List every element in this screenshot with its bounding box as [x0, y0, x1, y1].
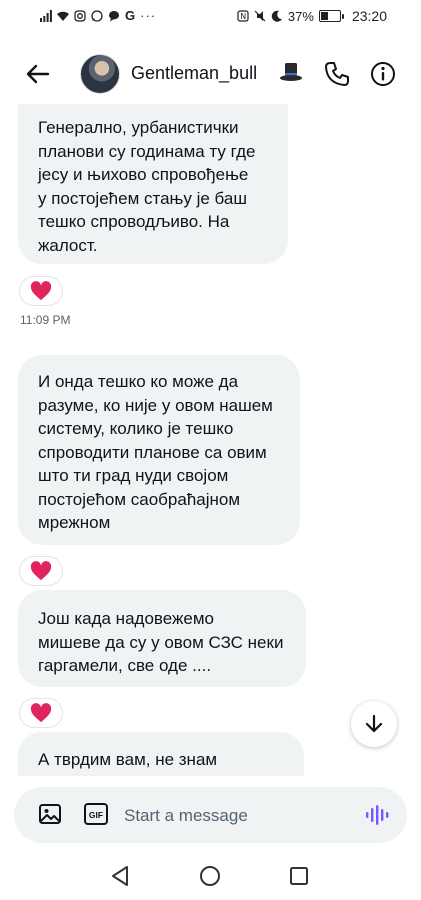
- gif-icon[interactable]: GIF: [84, 803, 108, 825]
- nav-back-icon[interactable]: [109, 864, 131, 888]
- top-hat-icon: [280, 63, 302, 81]
- svg-text:N: N: [240, 12, 246, 21]
- heart-reaction[interactable]: [19, 276, 63, 306]
- svg-text:GIF: GIF: [89, 810, 103, 820]
- signal-icon: [40, 9, 52, 22]
- conversation-header: Gentleman_bull: [0, 46, 421, 102]
- message-bubble[interactable]: Још када надовежемо мишеве да су у овом …: [18, 590, 306, 687]
- heart-icon: [30, 281, 52, 301]
- message-bubble[interactable]: Генерално, урбанистички планови су годин…: [18, 104, 288, 264]
- heart-reaction[interactable]: [19, 556, 63, 586]
- message-input[interactable]: [122, 797, 356, 835]
- heart-icon: [30, 703, 52, 723]
- status-right: N 37% 23:20: [237, 8, 387, 24]
- nfc-icon: N: [237, 10, 249, 22]
- scroll-to-bottom-button[interactable]: [351, 701, 397, 747]
- battery-percent: 37%: [287, 8, 314, 24]
- navigation-bar: [0, 856, 421, 900]
- heart-reaction[interactable]: [19, 698, 63, 728]
- mute-icon: [254, 10, 266, 22]
- more-notifications: ···: [140, 8, 157, 23]
- heart-icon: [30, 561, 52, 581]
- status-bar: G ··· N 37% 23:20: [0, 0, 421, 34]
- wifi-icon: [57, 11, 69, 21]
- phone-icon[interactable]: [323, 60, 351, 88]
- message-timestamp: 11:09 PM: [20, 313, 71, 327]
- status-left: G ···: [40, 8, 156, 23]
- voice-message-icon[interactable]: [363, 801, 391, 829]
- avatar[interactable]: [80, 54, 120, 94]
- back-arrow-icon[interactable]: [22, 58, 54, 90]
- moon-icon: [271, 10, 282, 22]
- info-icon[interactable]: [369, 60, 397, 88]
- whatsapp-icon: [91, 9, 103, 22]
- battery-icon: [318, 10, 344, 22]
- arrow-down-icon: [365, 714, 383, 733]
- contact-name[interactable]: Gentleman_bull: [131, 63, 257, 84]
- image-icon[interactable]: [38, 802, 62, 826]
- message-composer: GIF: [14, 787, 407, 843]
- nav-recents-icon[interactable]: [289, 866, 309, 886]
- chat-icon: [109, 10, 119, 21]
- message-bubble[interactable]: И онда тешко ко може да разуме, ко није …: [18, 355, 300, 545]
- instagram-icon: [74, 9, 86, 22]
- nav-home-icon[interactable]: [199, 865, 221, 887]
- google-icon: G: [125, 8, 136, 23]
- clock: 23:20: [351, 8, 387, 24]
